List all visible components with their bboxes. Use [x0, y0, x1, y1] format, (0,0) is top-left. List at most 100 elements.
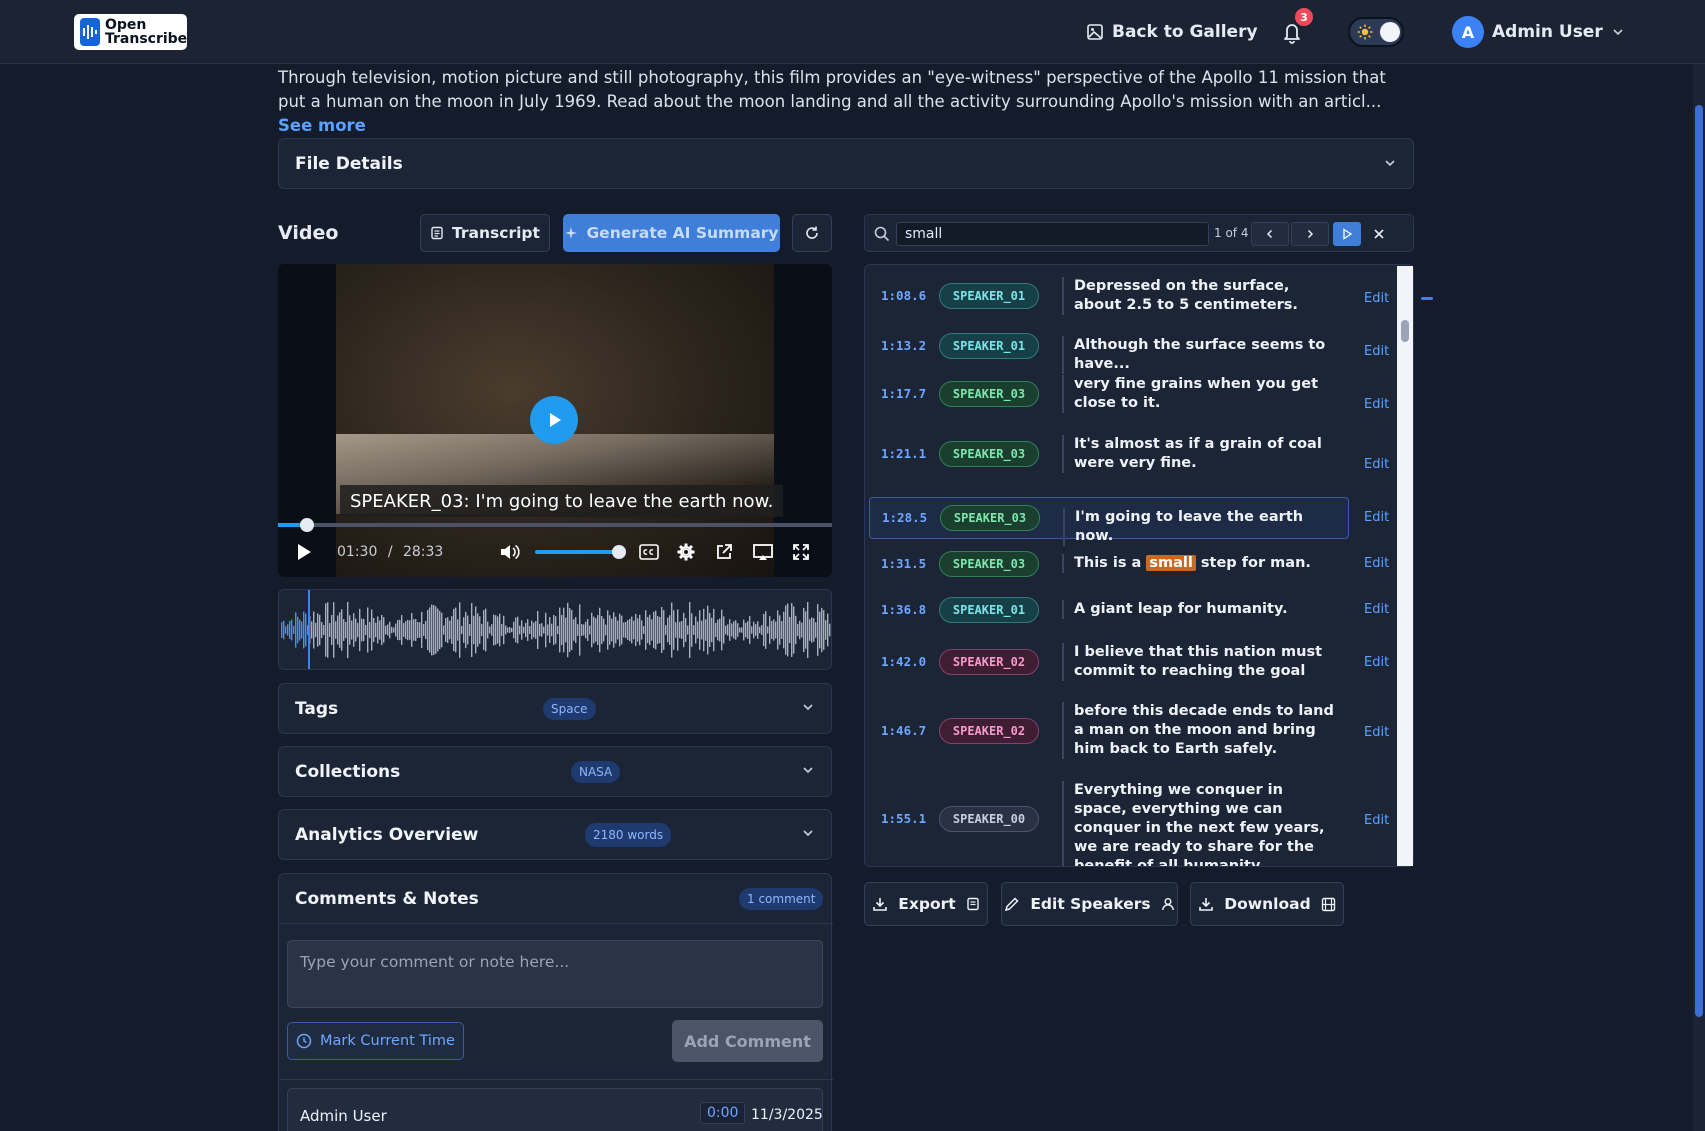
download-button[interactable]: Download	[1190, 882, 1344, 926]
row-timestamp[interactable]: 1:17.7	[881, 386, 926, 401]
row-timestamp[interactable]: 1:46.7	[881, 723, 926, 738]
edit-row-button[interactable]: Edit	[1364, 510, 1389, 525]
row-speaker-badge[interactable]: SPEAKER_01	[939, 333, 1039, 359]
transcript-row-active[interactable]: 1:28.5 SPEAKER_03 I'm going to leave the…	[869, 497, 1349, 546]
transcript-row[interactable]: 1:21.1 SPEAKER_03 It's almost as if a gr…	[869, 433, 1349, 475]
app-logo[interactable]: Open Transcribe	[74, 14, 187, 50]
volume-slider[interactable]	[535, 545, 627, 559]
refresh-icon	[806, 226, 818, 239]
row-speaker-badge[interactable]: SPEAKER_01	[939, 283, 1039, 309]
collection-chip[interactable]: NASA	[571, 761, 621, 783]
add-comment-button[interactable]: Add Comment	[672, 1020, 823, 1062]
row-speaker-badge[interactable]: SPEAKER_03	[939, 381, 1039, 407]
play-result-button[interactable]	[1333, 222, 1361, 246]
fullscreen-icon[interactable]	[791, 542, 811, 562]
row-speaker-badge[interactable]: SPEAKER_01	[939, 597, 1039, 623]
transcript-row[interactable]: 1:17.7 SPEAKER_03 very fine grains when …	[869, 373, 1349, 415]
row-speaker-badge[interactable]: SPEAKER_03	[939, 441, 1039, 467]
row-timestamp[interactable]: 1:36.8	[881, 602, 926, 617]
mark-current-time-label: Mark Current Time	[320, 1033, 455, 1049]
settings-gear-icon[interactable]	[676, 542, 696, 562]
edit-speakers-button[interactable]: Edit Speakers	[1001, 882, 1178, 926]
transcript-row[interactable]: 1:42.0 SPEAKER_02 I believe that this na…	[869, 641, 1349, 683]
transcript-button[interactable]: Transcript	[420, 214, 550, 252]
closed-captions-icon[interactable]	[638, 542, 660, 562]
logo-line-2: Transcribe	[105, 31, 188, 47]
document-icon	[966, 897, 979, 911]
edit-row-button[interactable]: Edit	[1364, 457, 1389, 472]
row-timestamp[interactable]: 1:31.5	[881, 556, 926, 571]
file-details-panel[interactable]: File Details	[278, 138, 1414, 189]
transcript-search-input[interactable]	[896, 222, 1209, 246]
edit-row-button[interactable]: Edit	[1364, 556, 1389, 571]
row-text: It's almost as if a grain of coal were v…	[1062, 435, 1337, 473]
play-icon	[1343, 228, 1353, 240]
video-progress-handle[interactable]	[300, 518, 315, 532]
generate-ai-summary-button[interactable]: Generate AI Summary	[563, 214, 780, 252]
mark-current-time-button[interactable]: Mark Current Time	[287, 1022, 464, 1060]
edit-row-button[interactable]: Edit	[1364, 291, 1389, 306]
analytics-panel[interactable]: Analytics Overview 2180 words	[278, 809, 832, 860]
center-play-button[interactable]	[530, 396, 578, 444]
next-result-button[interactable]	[1291, 222, 1329, 246]
previous-result-button[interactable]	[1251, 222, 1289, 246]
refresh-button[interactable]	[792, 214, 832, 252]
edit-row-button[interactable]: Edit	[1364, 655, 1389, 670]
audio-waveform[interactable]	[278, 589, 832, 670]
comment-textarea[interactable]: Type your comment or note here...	[287, 940, 823, 1008]
row-timestamp[interactable]: 1:08.6	[881, 288, 926, 303]
picture-in-picture-icon[interactable]	[752, 542, 774, 562]
page-scrollbar-thumb[interactable]	[1695, 105, 1703, 1017]
row-speaker-badge[interactable]: SPEAKER_03	[940, 505, 1040, 531]
row-speaker-badge[interactable]: SPEAKER_03	[939, 551, 1039, 577]
avatar: A	[1452, 16, 1484, 48]
edit-row-button[interactable]: Edit	[1364, 813, 1389, 828]
top-bar: Open Transcribe Back to Gallery 3 A Admi…	[0, 0, 1705, 64]
row-timestamp[interactable]: 1:42.0	[881, 654, 926, 669]
add-comment-label: Add Comment	[684, 1031, 811, 1051]
row-timestamp[interactable]: 1:21.1	[881, 446, 926, 461]
transcript-row[interactable]: 1:55.1 SPEAKER_00 Everything we conquer …	[869, 780, 1349, 866]
row-text: This is a small step for man.	[1062, 554, 1337, 573]
export-button[interactable]: Export	[864, 882, 988, 926]
user-menu[interactable]: A Admin User	[1452, 16, 1625, 48]
back-to-gallery-link[interactable]: Back to Gallery	[1086, 18, 1258, 46]
description-text: Through television, motion picture and s…	[278, 68, 1386, 111]
collections-panel[interactable]: Collections NASA	[278, 746, 832, 797]
row-timestamp[interactable]: 1:28.5	[882, 510, 927, 525]
tags-title: Tags	[295, 699, 339, 719]
tags-panel[interactable]: Tags Space	[278, 683, 832, 734]
document-icon	[431, 226, 443, 240]
transcript-position-marker	[1421, 297, 1433, 300]
transcript-row[interactable]: 1:13.2 SPEAKER_01 Although the surface s…	[869, 330, 1349, 374]
row-speaker-badge[interactable]: SPEAKER_02	[939, 649, 1039, 675]
play-icon[interactable]	[294, 542, 314, 562]
tag-chip[interactable]: Space	[543, 698, 596, 720]
popout-icon[interactable]	[714, 542, 734, 562]
transcript-scrollbar[interactable]	[1397, 266, 1413, 866]
video-player[interactable]: SPEAKER_03: I'm going to leave the earth…	[278, 264, 832, 577]
edit-row-button[interactable]: Edit	[1364, 602, 1389, 617]
row-speaker-badge[interactable]: SPEAKER_00	[939, 806, 1039, 832]
see-more-link[interactable]: See more	[278, 116, 366, 135]
transcript-row[interactable]: 1:31.5 SPEAKER_03 This is a small step f…	[869, 548, 1349, 580]
row-timestamp[interactable]: 1:13.2	[881, 338, 926, 353]
transcript-scrollbar-thumb[interactable]	[1401, 320, 1409, 342]
edit-row-button[interactable]: Edit	[1364, 344, 1389, 359]
search-result-count: 1 of 4	[1214, 226, 1249, 240]
edit-row-button[interactable]: Edit	[1364, 397, 1389, 412]
transcript-row[interactable]: 1:36.8 SPEAKER_01 A giant leap for human…	[869, 594, 1349, 626]
transcript-row[interactable]: 1:08.6 SPEAKER_01 Depressed on the surfa…	[869, 275, 1349, 317]
clear-search-button[interactable]	[1371, 226, 1387, 242]
transcript-row[interactable]: 1:46.7 SPEAKER_02 before this decade end…	[869, 701, 1349, 761]
row-timestamp[interactable]: 1:55.1	[881, 811, 926, 826]
theme-toggle[interactable]	[1348, 17, 1404, 47]
edit-row-button[interactable]: Edit	[1364, 725, 1389, 740]
row-speaker-badge[interactable]: SPEAKER_02	[939, 718, 1039, 744]
comment-author: Admin User	[300, 1107, 387, 1125]
volume-handle[interactable]	[612, 545, 627, 559]
volume-icon[interactable]	[499, 542, 521, 562]
video-progress-bar[interactable]	[278, 518, 832, 532]
comment-timestamp-link[interactable]: 0:00	[700, 1102, 746, 1124]
analytics-title: Analytics Overview	[295, 825, 479, 845]
